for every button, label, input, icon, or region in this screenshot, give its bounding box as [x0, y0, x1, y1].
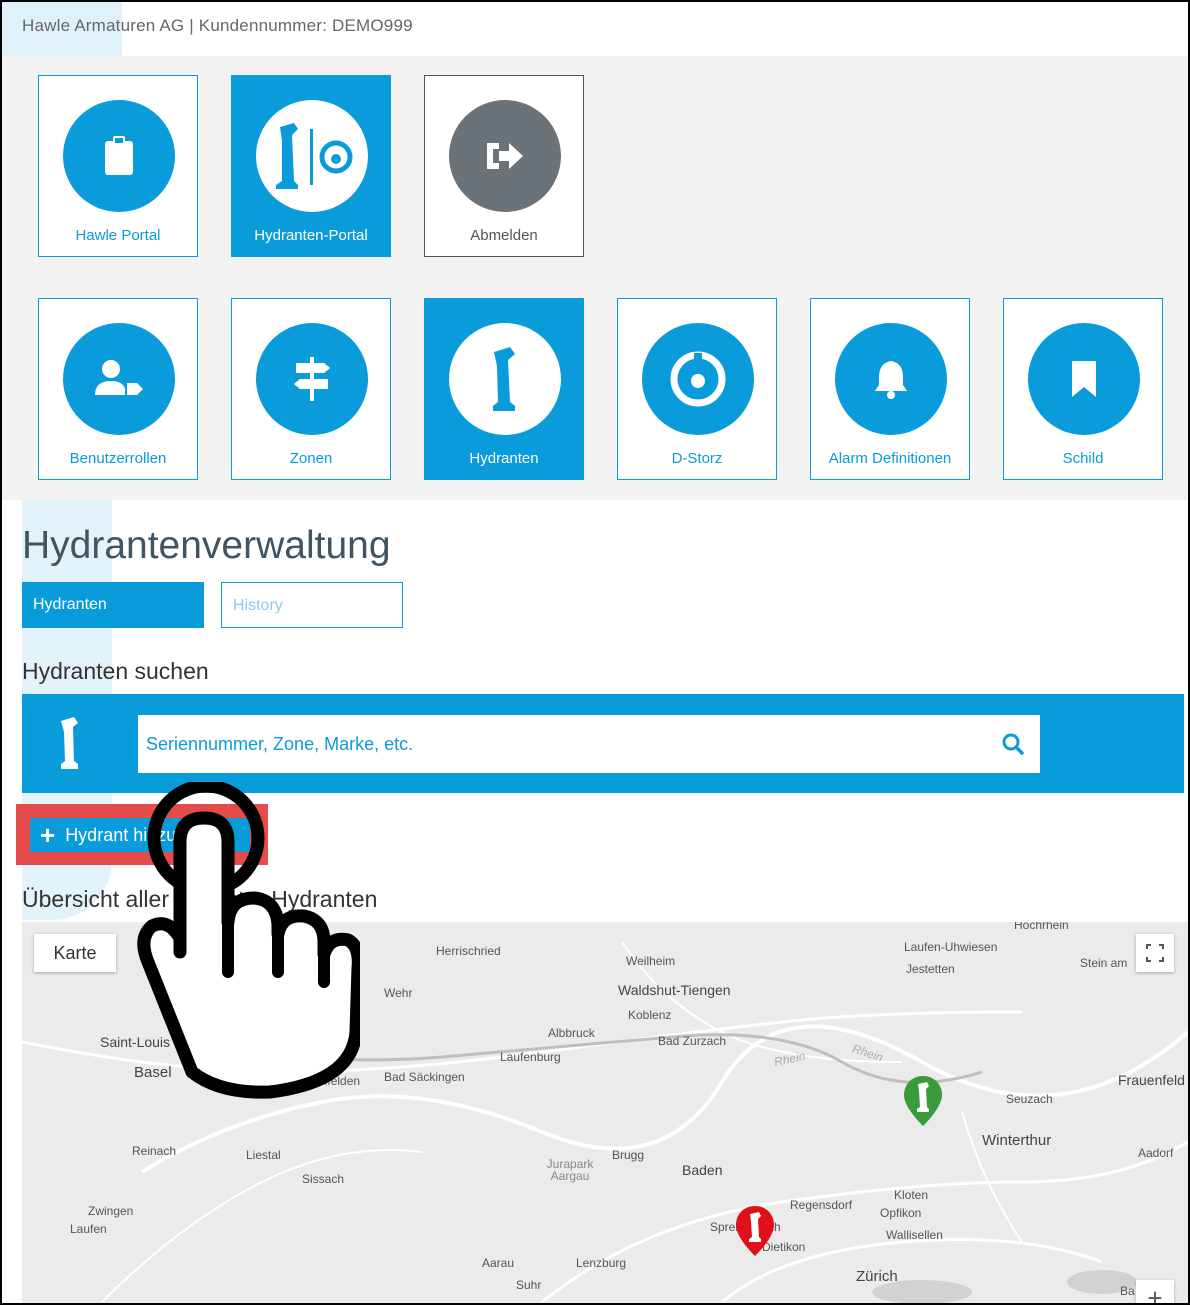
- top-bar: Hawle Armaturen AG | Kundennummer: DEMO9…: [2, 2, 1188, 56]
- map-label: Suhr: [516, 1278, 542, 1292]
- hydrant-marker-green[interactable]: 1: [902, 1074, 944, 1128]
- map-label: Aarau: [482, 1256, 515, 1270]
- map-label: Laufen-Uhwiesen: [904, 940, 998, 954]
- map-type-button[interactable]: Karte: [34, 934, 116, 972]
- map-label: Bad Säckingen: [384, 1070, 465, 1084]
- tile-label: Benutzerrollen: [69, 450, 167, 467]
- bookmark-icon: [1028, 323, 1140, 435]
- hydrant-icon: [58, 716, 84, 775]
- map-label: Zürich: [856, 1268, 898, 1285]
- map-label: Seuzach: [1006, 1092, 1053, 1106]
- plus-icon: +: [40, 820, 56, 850]
- tile-label: Zonen: [289, 450, 333, 467]
- tile-label: Hawle Portal: [75, 227, 161, 244]
- fullscreen-button[interactable]: [1136, 934, 1174, 972]
- map-label: Regensdorf: [790, 1198, 853, 1212]
- navigation-tiles: Hawle Portal Hydranten-Portal Abmelden B…: [2, 56, 1188, 500]
- map-label: Laufenburg: [500, 1050, 561, 1064]
- search-input[interactable]: [138, 715, 988, 773]
- map-label: Wehr: [384, 986, 413, 1000]
- map-label: Laufen: [70, 1222, 107, 1236]
- tile-label: D-Storz: [671, 450, 723, 467]
- tile-abmelden[interactable]: Abmelden: [424, 75, 584, 257]
- map-label: Jestetten: [906, 962, 955, 976]
- map-label: Frauenfeld: [1118, 1072, 1185, 1088]
- marker-label: 1: [734, 1204, 735, 1205]
- company-info: Hawle Armaturen AG | Kundennummer: DEMO9…: [22, 16, 413, 35]
- tab-hydranten[interactable]: Hydranten: [22, 582, 204, 628]
- pointer-hand-icon: [137, 782, 360, 1099]
- page-title: Hydrantenverwaltung: [22, 524, 391, 567]
- marker-label: 1: [902, 1074, 903, 1075]
- tile-label: Alarm Definitionen: [828, 450, 952, 467]
- bell-icon: [835, 323, 947, 435]
- tile-hawle-portal[interactable]: Hawle Portal: [38, 75, 198, 257]
- tile-hydranten-portal[interactable]: Hydranten-Portal: [231, 75, 391, 257]
- map-label: Liestal: [246, 1148, 281, 1162]
- map-label: Albbruck: [548, 1026, 595, 1040]
- zoom-in-button[interactable]: +: [1136, 1280, 1174, 1303]
- search-icon[interactable]: [1002, 733, 1024, 760]
- map-label: Brugg: [612, 1148, 645, 1162]
- map-label: Weilheim: [626, 954, 676, 968]
- map-label: Winterthur: [982, 1132, 1052, 1149]
- hydrant-portal-icon: [256, 100, 368, 212]
- logout-icon: [449, 100, 561, 212]
- map-label: Herrischried: [436, 944, 501, 958]
- user-tag-icon: [63, 323, 175, 435]
- map-label: Waldshut-Tiengen: [618, 982, 731, 998]
- map-label: Jurapark Aargau: [546, 1157, 594, 1183]
- map-label: Bad Zurzach: [658, 1034, 727, 1048]
- search-field[interactable]: [138, 715, 1040, 773]
- map-label: Aadorf: [1138, 1146, 1174, 1160]
- map-label: Opfikon: [880, 1206, 922, 1220]
- app-frame: Hawle Armaturen AG | Kundennummer: DEMO9…: [0, 0, 1190, 1305]
- tile-label: Hydranten-Portal: [254, 227, 368, 244]
- tile-label: Abmelden: [470, 227, 538, 244]
- tile-zonen[interactable]: Zonen: [231, 298, 391, 480]
- fullscreen-icon: [1146, 944, 1164, 962]
- search-bar: [22, 694, 1184, 793]
- tile-label: Schild: [1062, 450, 1104, 467]
- tile-hydranten[interactable]: Hydranten: [424, 298, 584, 480]
- hydrant-marker-red[interactable]: 1: [734, 1204, 776, 1258]
- map-label: Kloten: [894, 1188, 929, 1202]
- signpost-icon: [256, 323, 368, 435]
- d-storz-icon: [642, 323, 754, 435]
- tile-benutzerrollen[interactable]: Benutzerrollen: [38, 298, 198, 480]
- map-label: Baden: [682, 1162, 723, 1178]
- tile-alarm-definitionen[interactable]: Alarm Definitionen: [810, 298, 970, 480]
- tile-schild[interactable]: Schild: [1003, 298, 1163, 480]
- map-label: Hochrhein: [1014, 922, 1069, 932]
- map-label: Koblenz: [628, 1008, 672, 1022]
- map-label: Reinach: [132, 1144, 177, 1158]
- tile-label: Hydranten: [469, 450, 539, 467]
- tile-d-storz[interactable]: D-Storz: [617, 298, 777, 480]
- map-label: Lenzburg: [576, 1256, 627, 1270]
- map-label: Wallisellen: [886, 1228, 943, 1242]
- clipboard-icon: [63, 100, 175, 212]
- tab-history[interactable]: History: [221, 582, 403, 628]
- map-label: Zwingen: [88, 1204, 134, 1218]
- map-label: Stein am: [1080, 956, 1128, 970]
- map-label: Ba: [1120, 1284, 1135, 1298]
- map-label: Sissach: [302, 1172, 345, 1186]
- search-heading: Hydranten suchen: [22, 658, 209, 684]
- hydrant-icon: [449, 323, 561, 435]
